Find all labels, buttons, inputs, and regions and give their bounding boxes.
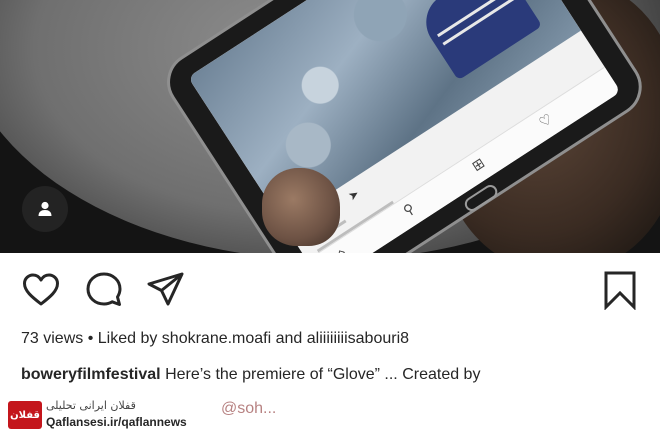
caption-text: Here’s the premiere of “Glove” ... Creat… bbox=[165, 366, 481, 383]
post-stats: 73 views • Liked by shokrane.moafi and a… bbox=[21, 330, 409, 348]
photo-thumb bbox=[262, 168, 340, 246]
user-tag-icon bbox=[38, 201, 52, 216]
caption-more-fragment[interactable]: @soh... bbox=[221, 400, 276, 417]
paper-plane-icon bbox=[147, 272, 184, 306]
liked-by-text[interactable]: • Liked by shokrane.moafi and aliiiiiiii… bbox=[88, 330, 409, 347]
post-media[interactable]: ♡ ◯ ➤ ⌂ ⚲ ⊞ ♡ bbox=[0, 0, 660, 253]
views-count[interactable]: 73 views bbox=[21, 330, 83, 347]
post-caption: boweryfilmfestival Here’s the premiere o… bbox=[21, 366, 480, 384]
caption-username[interactable]: boweryfilmfestival bbox=[21, 366, 161, 383]
watermark-logo: قفلان bbox=[8, 401, 42, 429]
comment-button[interactable] bbox=[84, 270, 124, 310]
heart-icon bbox=[23, 273, 59, 306]
like-button[interactable] bbox=[21, 270, 61, 310]
user-tag-button[interactable] bbox=[22, 186, 68, 232]
comment-icon bbox=[86, 272, 122, 306]
post-action-bar bbox=[0, 253, 660, 325]
watermark-handle: Qaflansesi.ir/qaflannews bbox=[46, 415, 187, 429]
share-button[interactable] bbox=[146, 270, 186, 310]
save-button[interactable] bbox=[600, 270, 640, 311]
watermark-site-line: قفلان ایرانی تحلیلی bbox=[46, 399, 136, 412]
bookmark-icon bbox=[604, 271, 636, 311]
